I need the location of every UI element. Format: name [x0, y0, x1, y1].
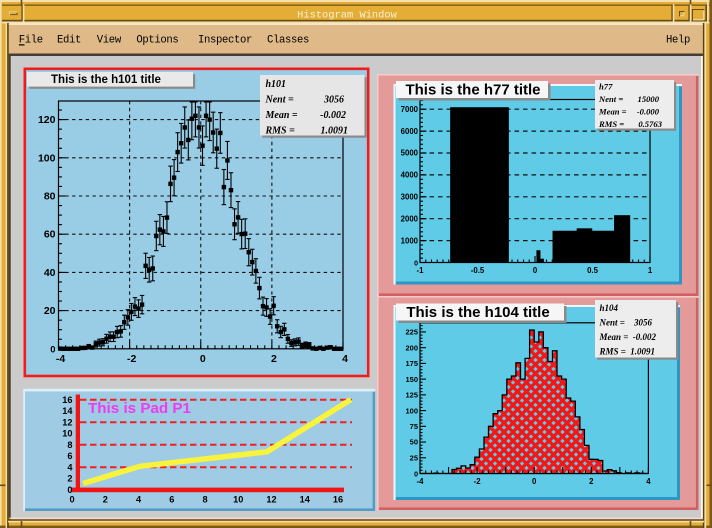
svg-text:0: 0 [533, 266, 538, 275]
svg-text:This is the h104 title: This is the h104 title [406, 304, 549, 321]
svg-text:12: 12 [62, 417, 72, 427]
svg-text:20: 20 [44, 305, 56, 317]
svg-text:0: 0 [200, 353, 206, 365]
svg-text:225: 225 [405, 328, 418, 337]
svg-text:2: 2 [271, 353, 277, 365]
svg-text:Inspector: Inspector [198, 34, 252, 46]
svg-text:6000: 6000 [401, 127, 419, 136]
svg-text:-4: -4 [417, 477, 425, 486]
svg-text:RMS =: RMS = [265, 126, 296, 137]
svg-text:80: 80 [44, 191, 56, 203]
svg-text:125: 125 [405, 391, 418, 400]
svg-text:12: 12 [266, 495, 276, 505]
svg-text:h101: h101 [266, 79, 287, 90]
svg-text:1: 1 [648, 266, 653, 275]
svg-text:Options: Options [136, 34, 178, 46]
svg-text:4: 4 [342, 353, 348, 365]
svg-text:-2: -2 [474, 477, 482, 486]
svg-text:Mean =: Mean = [599, 332, 629, 342]
svg-text:-2: -2 [127, 353, 136, 365]
svg-text:0: 0 [50, 344, 55, 355]
svg-text:0: 0 [532, 477, 537, 486]
svg-text:120: 120 [38, 114, 56, 126]
svg-text:14: 14 [300, 495, 311, 505]
svg-text:40: 40 [44, 267, 56, 279]
svg-text:25: 25 [410, 453, 418, 462]
svg-text:Mean =: Mean = [265, 110, 298, 121]
svg-text:View: View [97, 34, 122, 46]
svg-text:8: 8 [67, 440, 72, 450]
svg-text:This is the h101 title: This is the h101 title [51, 74, 161, 86]
svg-text:3056: 3056 [633, 317, 653, 327]
svg-text:1000: 1000 [401, 236, 419, 245]
svg-text:h104: h104 [600, 303, 619, 313]
svg-text:4: 4 [136, 495, 142, 505]
svg-text:-0.5: -0.5 [471, 266, 485, 275]
svg-text:175: 175 [405, 359, 418, 368]
svg-text:Histogram Window: Histogram Window [297, 10, 398, 22]
svg-text:RMS =: RMS = [598, 119, 624, 129]
svg-text:10: 10 [62, 429, 72, 439]
svg-text:75: 75 [410, 422, 418, 431]
svg-text:2: 2 [103, 495, 108, 505]
svg-text:0: 0 [70, 495, 75, 505]
svg-text:Help: Help [666, 34, 690, 46]
svg-text:6: 6 [169, 495, 174, 505]
svg-text:This is Pad P1: This is Pad P1 [88, 400, 192, 417]
svg-text:16: 16 [333, 495, 343, 505]
svg-text:100: 100 [405, 406, 418, 415]
svg-text:60: 60 [44, 229, 56, 241]
svg-text:Nent =: Nent = [265, 95, 295, 106]
svg-text:4000: 4000 [401, 171, 419, 180]
svg-text:15000: 15000 [638, 94, 660, 104]
svg-text:-0.002: -0.002 [320, 110, 346, 121]
svg-text:50: 50 [410, 438, 418, 447]
svg-text:2: 2 [67, 474, 72, 484]
svg-text:-1: -1 [417, 266, 425, 275]
svg-text:200: 200 [405, 343, 418, 352]
svg-text:6: 6 [67, 451, 72, 461]
svg-text:100: 100 [38, 152, 56, 164]
svg-text:Nent =: Nent = [598, 94, 623, 104]
svg-text:4: 4 [67, 462, 73, 472]
svg-text:-0.000: -0.000 [637, 106, 660, 116]
svg-text:3056: 3056 [323, 95, 344, 106]
svg-text:14: 14 [62, 406, 73, 416]
svg-text:8: 8 [202, 495, 207, 505]
svg-text:150: 150 [405, 375, 418, 384]
svg-text:4: 4 [646, 477, 651, 486]
svg-text:16: 16 [62, 395, 72, 405]
svg-text:3000: 3000 [401, 193, 419, 202]
svg-text:Classes: Classes [267, 34, 309, 46]
svg-text:1.0091: 1.0091 [630, 346, 655, 356]
svg-text:0.5: 0.5 [587, 266, 599, 275]
svg-text:-4: -4 [56, 353, 65, 365]
svg-text:Nent =: Nent = [599, 317, 625, 327]
svg-text:Mean =: Mean = [598, 106, 627, 116]
svg-text:2000: 2000 [401, 214, 419, 223]
svg-text:0.5763: 0.5763 [638, 119, 662, 129]
svg-text:This is the h77 title: This is the h77 title [405, 82, 540, 99]
svg-text:5000: 5000 [401, 149, 419, 158]
svg-text:h77: h77 [599, 81, 613, 91]
svg-text:10: 10 [233, 495, 243, 505]
svg-text:-0.002: -0.002 [633, 332, 657, 342]
svg-text:1.0091: 1.0091 [321, 126, 349, 137]
svg-text:7000: 7000 [401, 105, 419, 114]
svg-text:0: 0 [67, 485, 72, 495]
svg-text:Edit: Edit [57, 34, 81, 46]
svg-text:RMS =: RMS = [599, 346, 626, 356]
svg-text:2: 2 [589, 477, 594, 486]
